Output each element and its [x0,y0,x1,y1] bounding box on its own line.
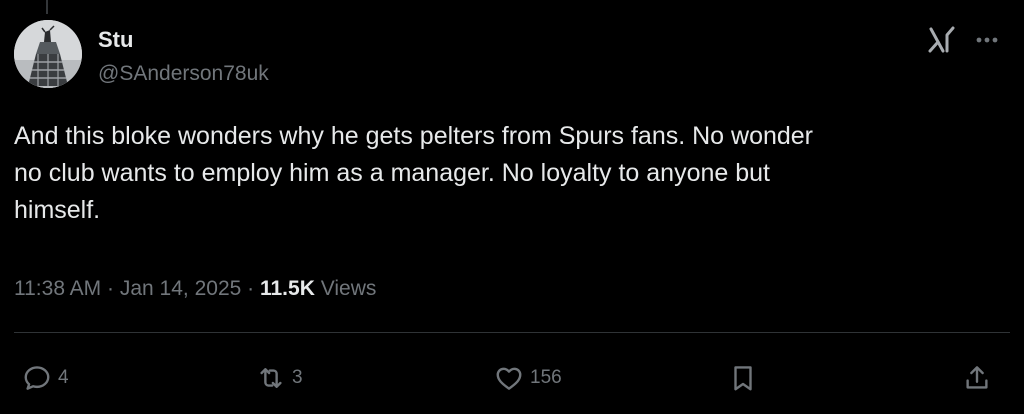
grok-icon[interactable] [926,24,958,56]
reply-button[interactable]: 4 [22,360,69,396]
like-button[interactable]: 156 [494,360,562,396]
action-bar: 4 3 156 [0,360,1024,396]
avatar-image [14,20,82,88]
tweet-time[interactable]: 11:38 AM [14,277,101,300]
divider [14,332,1010,333]
author-handle[interactable]: @SAnderson78uk [98,60,269,88]
repost-icon [260,368,282,388]
share-button[interactable] [962,360,992,396]
like-icon [496,367,522,390]
tweet-meta: 11:38 AM · Jan 14, 2025 · 11.5K Views [14,274,376,304]
bookmark-button[interactable] [728,360,758,396]
tweet-date[interactable]: Jan 14, 2025 [120,277,241,300]
reply-count: 4 [58,367,69,388]
author-name[interactable]: Stu [98,26,133,54]
meta-separator: · [247,277,255,300]
avatar[interactable] [14,20,82,88]
views-count: 11.5K [259,277,315,300]
tweet-text: And this bloke wonders why he gets pelte… [14,122,814,224]
bookmark-icon [734,366,752,391]
share-icon [966,366,988,389]
thread-connector-line [46,0,48,14]
views-label: Views [320,277,377,300]
meta-separator: · [107,277,115,300]
repost-button[interactable]: 3 [256,360,303,396]
like-count: 156 [530,367,562,388]
more-icon[interactable] [972,28,1002,52]
reply-icon [24,366,50,390]
repost-count: 3 [292,367,303,388]
